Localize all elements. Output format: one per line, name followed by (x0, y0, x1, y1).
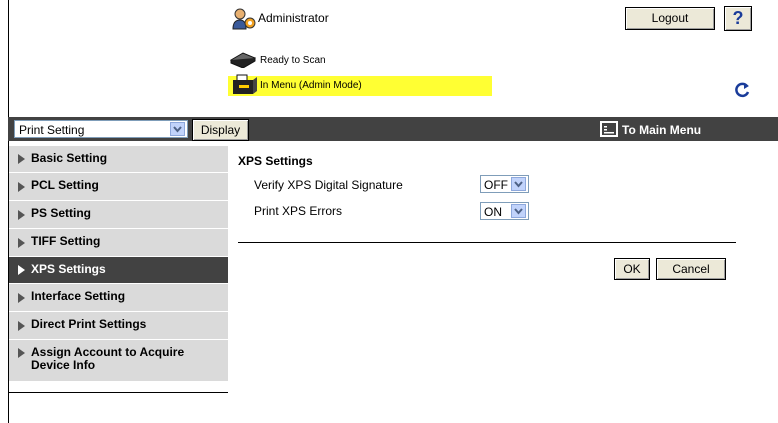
status-menu-label: In Menu (Admin Mode) (260, 80, 362, 91)
chevron-down-icon (511, 204, 526, 218)
main-menu-icon[interactable] (600, 121, 618, 137)
print-xps-errors-select[interactable]: ON (480, 202, 529, 220)
printer-icon (233, 74, 257, 94)
verify-signature-label: Verify XPS Digital Signature (254, 178, 403, 192)
logout-button[interactable]: Logout (625, 7, 715, 30)
sidebar-divider (9, 392, 228, 393)
page-title: XPS Settings (238, 154, 313, 168)
triangle-right-icon (18, 348, 25, 358)
chevron-down-icon (511, 177, 526, 191)
verify-signature-value: OFF (484, 178, 508, 192)
sidebar-item-label: Basic Setting (31, 151, 108, 165)
sidebar-item-ps-setting[interactable]: PS Setting (9, 201, 228, 229)
sidebar-item-basic-setting[interactable]: Basic Setting (9, 146, 228, 173)
sidebar-item-assign-account[interactable]: Assign Account to Acquire Device Info (9, 340, 228, 382)
print-xps-errors-value: ON (484, 205, 502, 219)
triangle-right-icon (18, 265, 25, 275)
sidebar-item-label: PS Setting (31, 206, 92, 220)
to-main-menu-link[interactable]: To Main Menu (622, 123, 701, 137)
sidebar-item-direct-print-settings[interactable]: Direct Print Settings (9, 312, 228, 340)
ok-button[interactable]: OK (614, 258, 650, 280)
sidebar-item-label: Direct Print Settings (31, 317, 147, 331)
triangle-right-icon (18, 292, 25, 303)
triangle-right-icon (18, 181, 25, 192)
triangle-right-icon (18, 209, 25, 220)
sidebar-item-label: TIFF Setting (31, 234, 101, 248)
chevron-down-icon (170, 122, 185, 136)
print-xps-errors-label: Print XPS Errors (254, 204, 343, 218)
triangle-right-icon (18, 237, 25, 248)
help-icon: ? (732, 8, 744, 28)
admin-user-label: Administrator (258, 11, 329, 25)
sidebar-item-tiff-setting[interactable]: TIFF Setting (9, 229, 228, 257)
sidebar-item-label: Assign Account to Acquire Device Info (31, 345, 185, 372)
help-button[interactable]: ? (724, 6, 752, 31)
sidebar-item-interface-setting[interactable]: Interface Setting (9, 284, 228, 312)
sidebar-item-xps-settings[interactable]: XPS Settings (9, 257, 228, 284)
sidebar-item-label: Interface Setting (31, 289, 126, 303)
cancel-button[interactable]: Cancel (656, 258, 726, 280)
triangle-right-icon (18, 320, 25, 331)
sidebar-item-label: PCL Setting (31, 178, 99, 192)
display-button[interactable]: Display (192, 119, 249, 141)
sidebar-item-pcl-setting[interactable]: PCL Setting (9, 173, 228, 201)
triangle-right-icon (18, 154, 25, 164)
refresh-icon[interactable] (732, 80, 752, 100)
content-divider (238, 242, 736, 243)
admin-user-icon (232, 8, 256, 30)
scanner-icon (229, 52, 257, 68)
status-ready-label: Ready to Scan (260, 55, 326, 66)
category-select-value: Print Setting (19, 123, 85, 137)
sidebar-item-label: XPS Settings (31, 262, 106, 276)
verify-signature-select[interactable]: OFF (480, 175, 529, 193)
